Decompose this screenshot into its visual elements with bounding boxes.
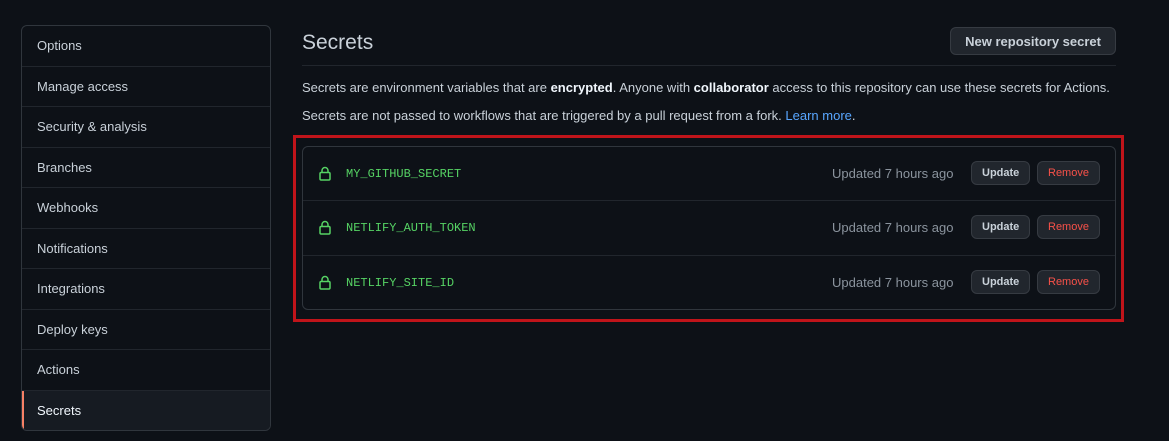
sidebar-item-actions[interactable]: Actions [22, 350, 270, 391]
description-emphasis-encrypted: encrypted [550, 80, 613, 95]
secret-row: MY_GITHUB_SECRET Updated 7 hours ago Upd… [303, 147, 1115, 202]
sidebar-item-secrets[interactable]: Secrets [22, 390, 270, 430]
learn-more-link[interactable]: Learn more [785, 108, 851, 123]
new-repository-secret-button[interactable]: New repository secret [950, 27, 1116, 55]
description-line-1: Secrets are environment variables that a… [302, 80, 1110, 95]
secret-updated-time: Updated 7 hours ago [832, 166, 954, 181]
secrets-list: MY_GITHUB_SECRET Updated 7 hours ago Upd… [302, 146, 1116, 310]
secret-updated-time: Updated 7 hours ago [832, 220, 954, 236]
lock-icon [319, 166, 331, 181]
lock-icon [319, 221, 331, 236]
sidebar-item-options[interactable]: Options [22, 26, 270, 67]
title-divider [302, 65, 1116, 66]
sidebar-item-webhooks[interactable]: Webhooks [22, 188, 270, 229]
settings-sidebar: Options Manage access Security & analysi… [21, 25, 271, 431]
update-secret-button[interactable]: Update [971, 161, 1031, 185]
description-text: Secrets are not passed to workflows that… [302, 108, 786, 123]
update-secret-button[interactable]: Update [971, 269, 1031, 294]
sidebar-item-deploy-keys[interactable]: Deploy keys [22, 310, 270, 350]
remove-secret-button[interactable]: Remove [1037, 161, 1100, 185]
description-text: . [851, 108, 856, 123]
sidebar-item-branches[interactable]: Branches [22, 148, 270, 188]
page-title: Secrets [302, 31, 374, 54]
secret-updated-time: Updated 7 hours ago [832, 274, 954, 290]
remove-secret-button[interactable]: Remove [1037, 269, 1100, 294]
update-secret-button[interactable]: Update [971, 215, 1031, 240]
sidebar-item-integrations[interactable]: Integrations [22, 269, 270, 310]
secret-name: NETLIFY_AUTH_TOKEN [346, 221, 476, 236]
sidebar-item-security-analysis[interactable]: Security & analysis [22, 107, 270, 148]
sidebar-item-manage-access[interactable]: Manage access [22, 67, 270, 107]
description-text: Secrets are environment variables that a… [302, 80, 551, 95]
secret-row: NETLIFY_AUTH_TOKEN Updated 7 hours ago U… [303, 201, 1115, 256]
sidebar-item-notifications[interactable]: Notifications [22, 229, 270, 269]
secret-name: MY_GITHUB_SECRET [346, 167, 462, 181]
remove-secret-button[interactable]: Remove [1037, 215, 1100, 240]
description-line-2: Secrets are not passed to workflows that… [302, 108, 856, 123]
description-text: . Anyone with [612, 80, 694, 95]
lock-icon [319, 275, 331, 290]
secret-name: NETLIFY_SITE_ID [346, 275, 455, 290]
secret-row: NETLIFY_SITE_ID Updated 7 hours ago Upda… [303, 256, 1115, 309]
description-emphasis-collaborator: collaborator [693, 80, 769, 95]
description-text: access to this repository can use these … [768, 80, 1110, 95]
